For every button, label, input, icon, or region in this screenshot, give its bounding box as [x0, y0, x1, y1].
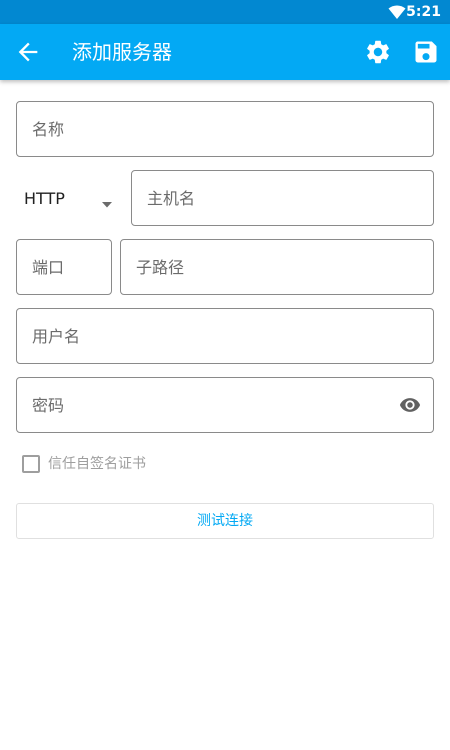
password-placeholder: 密码: [32, 396, 65, 415]
gear-icon[interactable]: [364, 38, 392, 66]
name-field[interactable]: 名称: [16, 101, 434, 157]
port-placeholder: 端口: [32, 258, 65, 277]
status-time: 5:21: [406, 4, 441, 20]
host-field[interactable]: 主机名: [131, 170, 434, 226]
subpath-field[interactable]: 子路径: [120, 239, 434, 295]
test-connection-button[interactable]: 测试连接: [16, 503, 434, 539]
page-title: 添加服务器: [72, 40, 172, 64]
arrow-back-icon[interactable]: [14, 38, 42, 66]
save-icon[interactable]: [412, 38, 440, 66]
eye-icon[interactable]: [397, 394, 423, 416]
trust-self-signed-label: 信任自签名证书: [48, 456, 146, 472]
trust-self-signed-checkbox[interactable]: [22, 455, 40, 473]
dropdown-arrow-icon: [101, 194, 113, 208]
protocol-select[interactable]: HTTP: [16, 170, 124, 226]
wifi-icon: [388, 4, 406, 20]
name-placeholder: 名称: [32, 120, 65, 139]
port-field[interactable]: 端口: [16, 239, 112, 295]
subpath-placeholder: 子路径: [136, 258, 185, 277]
app-bar: 添加服务器: [0, 24, 450, 80]
host-placeholder: 主机名: [147, 189, 196, 208]
username-placeholder: 用户名: [32, 327, 81, 346]
protocol-value: HTTP: [24, 189, 65, 208]
status-bar: 5:21: [0, 0, 450, 24]
password-field[interactable]: 密码: [16, 377, 434, 433]
username-field[interactable]: 用户名: [16, 308, 434, 364]
